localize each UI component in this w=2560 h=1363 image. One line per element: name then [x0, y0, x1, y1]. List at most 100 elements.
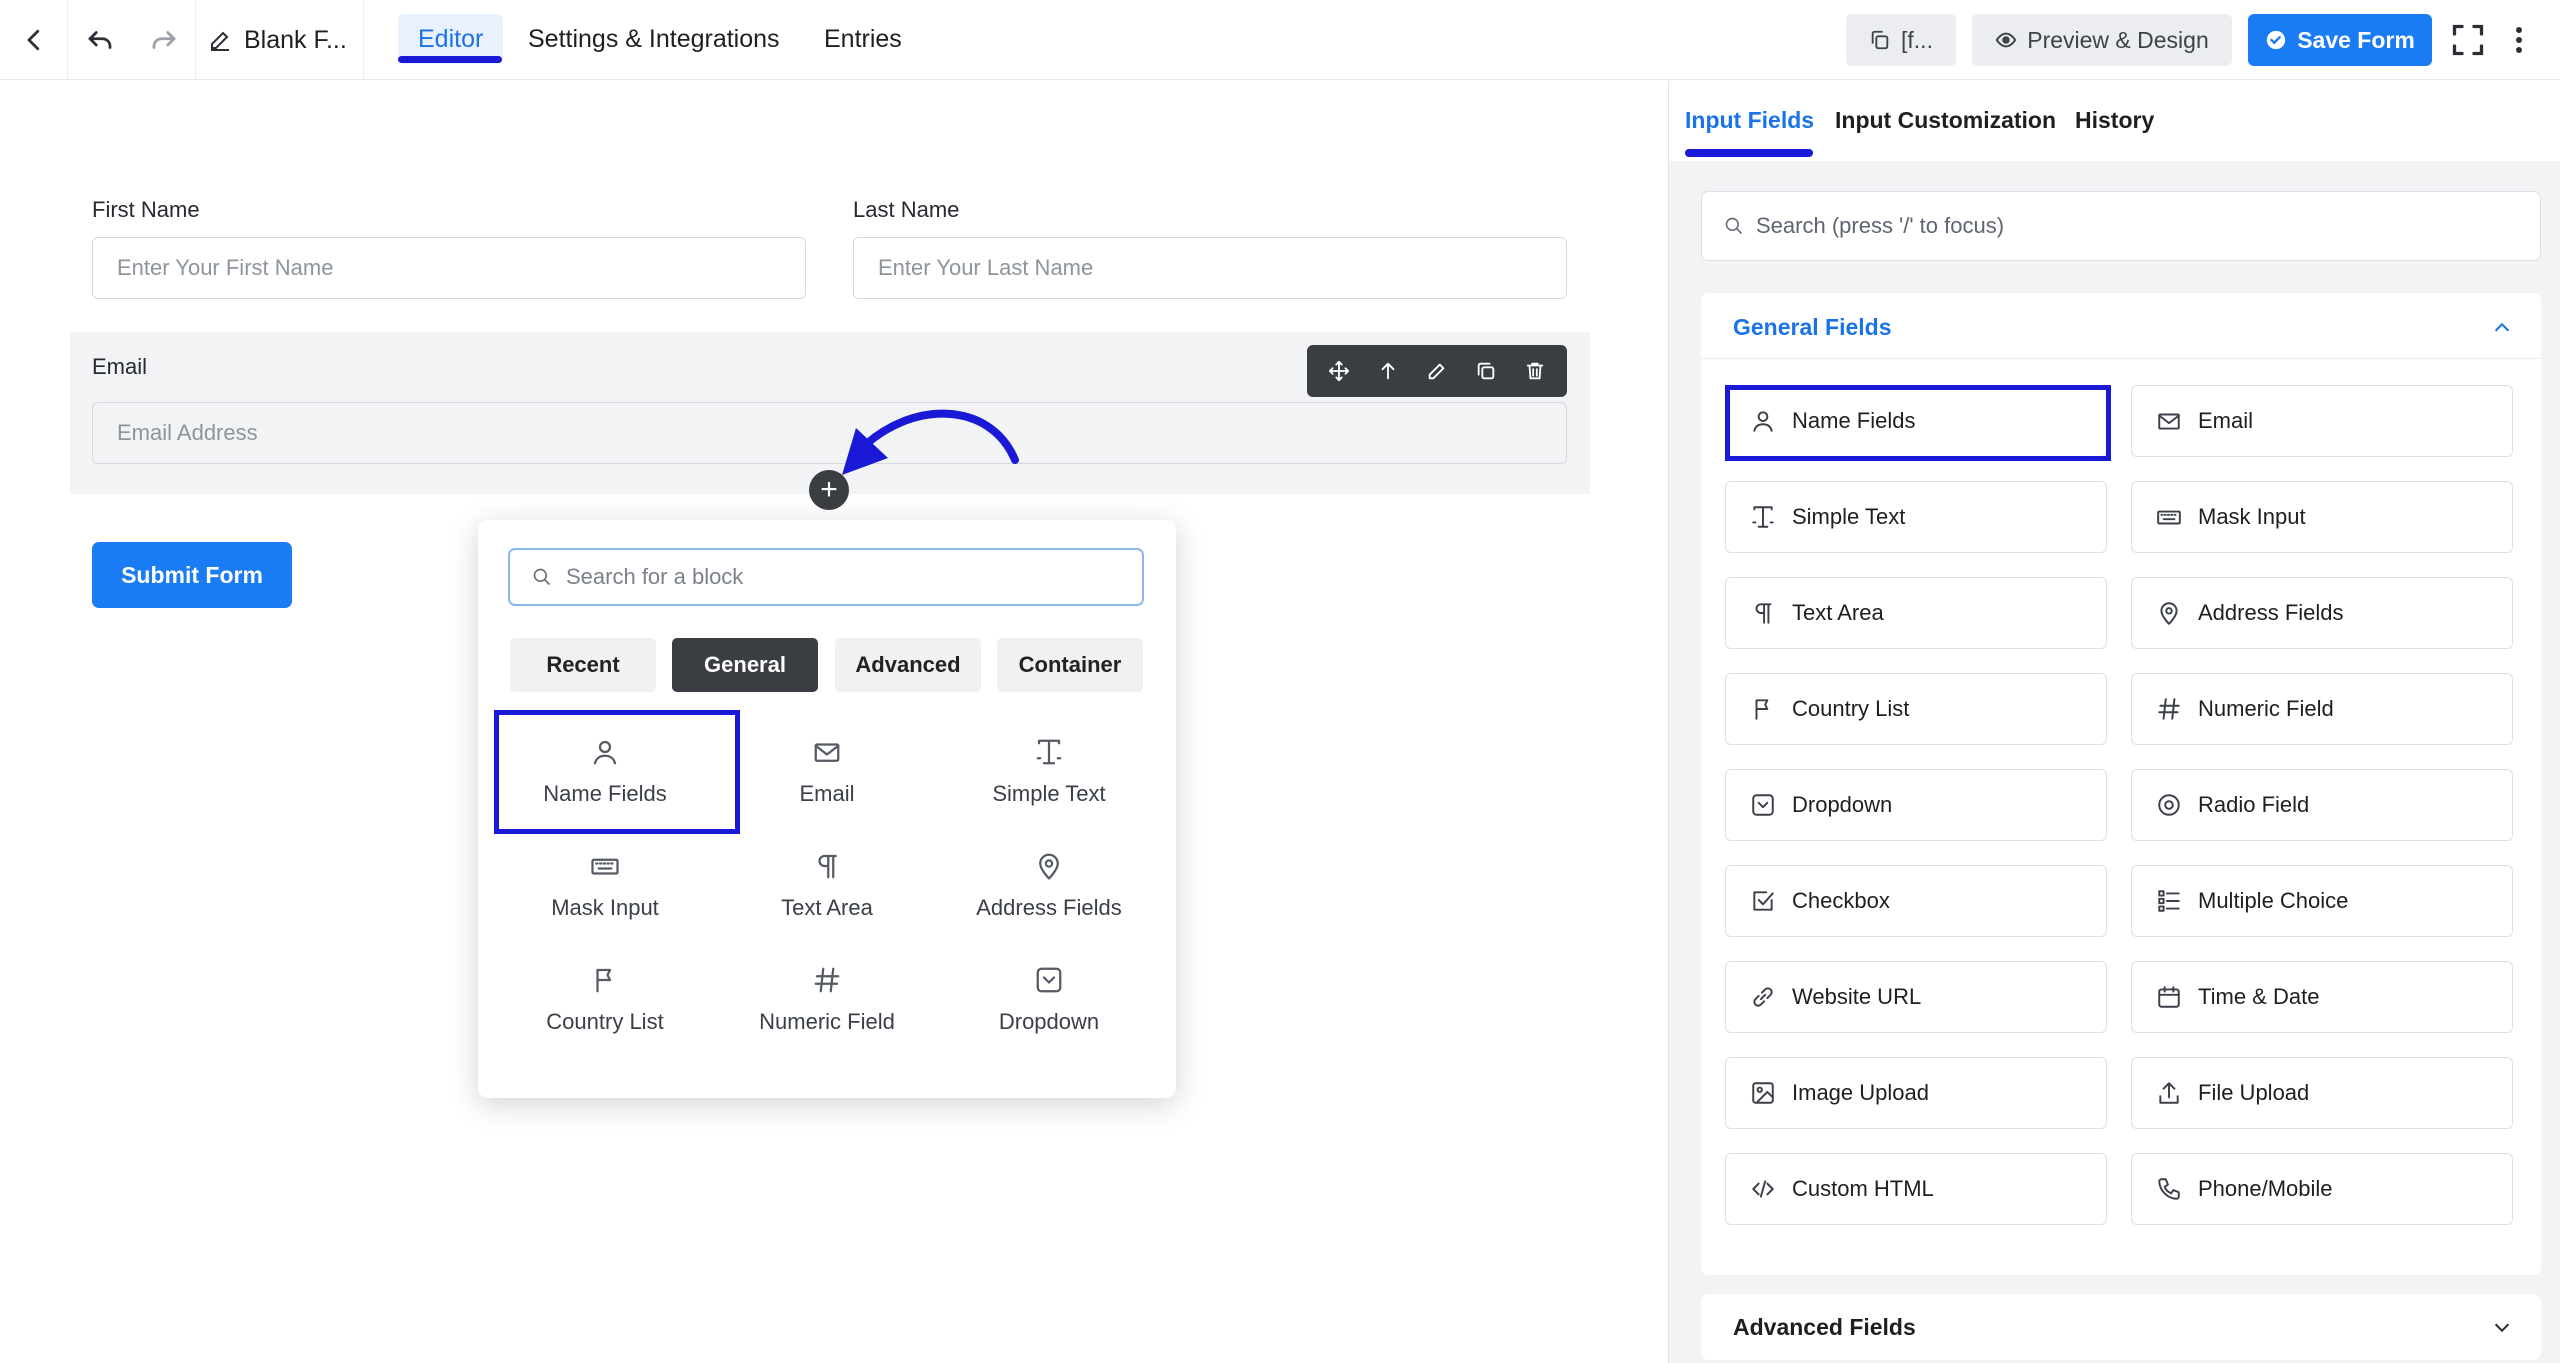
form-title[interactable]: Blank F... — [196, 0, 364, 80]
move-icon[interactable] — [1328, 360, 1350, 382]
field-website-url[interactable]: Website URL — [1725, 961, 2107, 1033]
dropdown-icon — [1036, 967, 1062, 993]
paragraph-icon — [818, 854, 837, 879]
undo-button[interactable] — [68, 0, 132, 80]
fields-search-input[interactable]: Search (press '/' to focus) — [1701, 191, 2541, 261]
pencil-icon — [211, 31, 229, 51]
field-country-list[interactable]: Country List — [1725, 673, 2107, 745]
field-custom-html[interactable]: Custom HTML — [1725, 1153, 2107, 1225]
field-text-area[interactable]: Text Area — [1725, 577, 2107, 649]
field-label: Numeric Field — [2198, 696, 2334, 721]
field-label: File Upload — [2198, 1080, 2310, 1105]
field-checkbox[interactable]: Checkbox — [1725, 865, 2107, 937]
paragraph-icon — [1755, 603, 1772, 624]
preview-design-label: Preview & Design — [2027, 26, 2209, 53]
checkbox-icon — [1753, 891, 1774, 911]
block-address-fields[interactable]: Address Fields — [938, 830, 1160, 942]
block-dropdown[interactable]: Dropdown — [938, 944, 1160, 1056]
tab-entries[interactable]: Entries — [804, 14, 922, 64]
field-multiple-choice[interactable]: Multiple Choice — [2131, 865, 2513, 937]
field-email[interactable]: Email — [2131, 385, 2513, 457]
shortcode-button[interactable]: [f... — [1846, 14, 1956, 66]
field-radio-field[interactable]: Radio Field — [2131, 769, 2513, 841]
block-label: Text Area — [781, 895, 873, 920]
field-image-upload[interactable]: Image Upload — [1725, 1057, 2107, 1129]
submit-form-button[interactable]: Submit Form — [92, 542, 292, 608]
preview-design-button[interactable]: Preview & Design — [1972, 14, 2232, 66]
advanced-fields-title: Advanced Fields — [1733, 1313, 1916, 1340]
block-simple-text[interactable]: Simple Text — [938, 716, 1160, 828]
trash-icon[interactable] — [1524, 360, 1546, 382]
advanced-fields-section[interactable]: Advanced Fields — [1701, 1294, 2541, 1360]
tab-general[interactable]: General — [672, 638, 818, 692]
last-name-label: Last Name — [853, 197, 960, 222]
annotation-underline-input-fields — [1685, 149, 1813, 157]
field-time-date[interactable]: Time & Date — [2131, 961, 2513, 1033]
top-bar: Blank F... Editor Settings & Integration… — [0, 0, 2560, 80]
field-label: Email — [2198, 408, 2254, 433]
redo-button[interactable] — [132, 0, 196, 80]
field-address-fields[interactable]: Address Fields — [2131, 577, 2513, 649]
field-mask-input[interactable]: Mask Input — [2131, 481, 2513, 553]
image-icon — [1752, 1082, 1774, 1104]
save-form-button[interactable]: Save Form — [2248, 14, 2432, 66]
tab-advanced[interactable]: Advanced — [835, 638, 981, 692]
arrow-up-icon[interactable] — [1377, 360, 1399, 382]
block-search-input[interactable]: Search for a block — [508, 548, 1144, 606]
calendar-icon — [2158, 986, 2180, 1008]
save-form-label: Save Form — [2297, 26, 2415, 53]
field-label: Text Area — [1792, 600, 1884, 625]
map-pin-icon — [2160, 602, 2178, 625]
flag-icon — [596, 968, 612, 993]
field-simple-text[interactable]: Simple Text — [1725, 481, 2107, 553]
keyboard-icon — [591, 858, 619, 875]
tab-input-customization[interactable]: Input Customization — [1835, 107, 2056, 134]
tab-settings-integrations[interactable]: Settings & Integrations — [508, 14, 800, 64]
annotation-highlight-panel — [1725, 385, 2111, 461]
annotation-arrow-left — [842, 409, 1019, 475]
field-label: Website URL — [1792, 984, 1922, 1009]
block-country-list[interactable]: Country List — [494, 944, 716, 1056]
field-file-upload[interactable]: File Upload — [2131, 1057, 2513, 1129]
tab-history[interactable]: History — [2075, 107, 2154, 134]
radio-icon — [2158, 794, 2180, 816]
block-text-area[interactable]: Text Area — [716, 830, 938, 942]
edit-icon[interactable] — [1426, 360, 1448, 382]
redo-icon — [152, 31, 175, 49]
tab-recent[interactable]: Recent — [510, 638, 656, 692]
block-numeric-field[interactable]: Numeric Field — [716, 944, 938, 1056]
field-label: Multiple Choice — [2198, 888, 2349, 913]
block-label: Dropdown — [998, 1009, 1100, 1034]
block-search-placeholder: Search for a block — [566, 564, 744, 589]
field-label: Checkbox — [1792, 888, 1890, 913]
envelope-icon — [814, 743, 840, 762]
undo-icon — [88, 31, 112, 49]
right-panel: Input Fields Input Customization History… — [1668, 81, 2560, 1363]
more-options-button[interactable] — [2496, 18, 2542, 62]
field-label: Country List — [1792, 696, 1910, 721]
field-label: Time & Date — [2198, 984, 2320, 1009]
text-cursor-icon — [1036, 739, 1062, 765]
field-label: Phone/Mobile — [2198, 1176, 2333, 1201]
envelope-icon — [2158, 413, 2180, 430]
field-phone-mobile[interactable]: Phone/Mobile — [2131, 1153, 2513, 1225]
first-name-input[interactable]: Enter Your First Name — [92, 237, 806, 299]
field-label: Address Fields — [2198, 600, 2344, 625]
chevron-left-icon — [27, 29, 39, 51]
tab-input-fields[interactable]: Input Fields — [1685, 107, 1814, 134]
fullscreen-button[interactable] — [2446, 18, 2490, 62]
shortcode-label: [f... — [1901, 26, 1933, 53]
chevron-up-icon[interactable] — [2491, 317, 2513, 339]
annotation-highlight-popup — [494, 710, 740, 834]
field-numeric-field[interactable]: Numeric Field — [2131, 673, 2513, 745]
duplicate-icon[interactable] — [1475, 360, 1497, 382]
back-button[interactable] — [0, 0, 68, 80]
field-dropdown[interactable]: Dropdown — [1725, 769, 2107, 841]
field-label: Custom HTML — [1792, 1176, 1934, 1201]
block-email[interactable]: Email — [716, 716, 938, 828]
tab-container[interactable]: Container — [997, 638, 1143, 692]
map-pin-icon — [1039, 853, 1059, 880]
block-label: Email — [799, 781, 855, 806]
block-mask-input[interactable]: Mask Input — [494, 830, 716, 942]
last-name-input[interactable]: Enter Your Last Name — [853, 237, 1567, 299]
